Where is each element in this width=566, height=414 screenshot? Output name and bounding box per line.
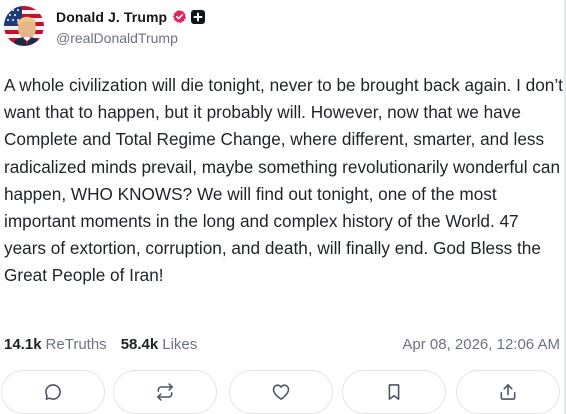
- author-identity: Donald J. Trump @realDonaldTrump: [56, 7, 206, 46]
- retruths-label: ReTruths: [45, 335, 107, 353]
- likes-count: 58.4k: [120, 335, 159, 353]
- likes-stat[interactable]: 58.4k Likes: [121, 336, 198, 353]
- heart-icon: [272, 384, 290, 400]
- post-timestamp[interactable]: Apr 08, 2026, 12:06 AM: [402, 336, 560, 353]
- retruth-button[interactable]: [113, 370, 217, 414]
- reply-bubble-icon: [45, 384, 61, 400]
- post-body-text: A whole civilization will die tonight, n…: [4, 75, 563, 286]
- avatar[interactable]: [4, 6, 44, 46]
- author-display-name[interactable]: Donald J. Trump: [56, 9, 167, 25]
- retruths-stat[interactable]: 14.1k ReTruths: [4, 336, 107, 353]
- likes-label: Likes: [162, 335, 198, 353]
- like-button[interactable]: [229, 370, 333, 414]
- retruth-arrows-icon: [157, 383, 173, 401]
- post-stats: 14.1k ReTruths 58.4k Likes Apr 08, 2026,…: [4, 333, 560, 355]
- author-name-row: Donald J. Trump: [56, 7, 206, 27]
- avatar-image: [4, 6, 44, 46]
- reply-button[interactable]: [1, 370, 105, 414]
- verified-check-badge-icon: [172, 9, 187, 24]
- bookmark-icon: [388, 384, 400, 400]
- post-header: Donald J. Trump @realDonaldTrump: [4, 4, 206, 48]
- post-card: Donald J. Trump @realDonaldTrump A whole…: [0, 0, 566, 414]
- post-actions-bar: [0, 370, 566, 414]
- retruths-count: 14.1k: [4, 335, 42, 353]
- bookmark-button[interactable]: [342, 370, 446, 414]
- share-icon: [500, 384, 516, 400]
- share-button[interactable]: [456, 370, 560, 414]
- plus-badge-icon: [191, 9, 206, 24]
- author-handle[interactable]: @realDonaldTrump: [56, 30, 205, 46]
